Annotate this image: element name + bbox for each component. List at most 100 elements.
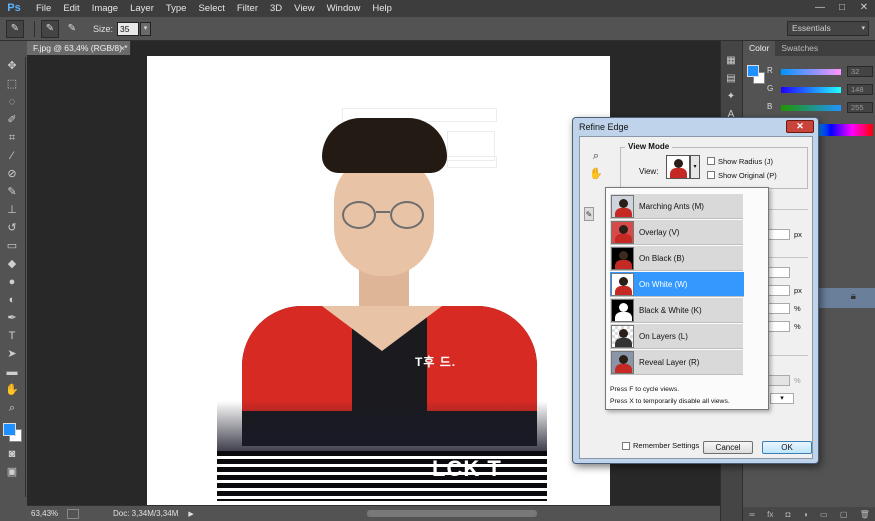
blur-tool-icon[interactable]: ● — [0, 273, 24, 291]
view-dropdown-button[interactable]: ▾ — [690, 155, 700, 179]
lasso-tool-icon[interactable]: ◌ — [0, 93, 24, 111]
clone-stamp-tool-icon[interactable]: ⊥ — [0, 201, 24, 219]
red-slider[interactable] — [781, 69, 841, 75]
close-window-button[interactable]: ✕ — [853, 0, 875, 17]
ok-button[interactable]: OK — [762, 441, 812, 454]
green-slider[interactable] — [781, 87, 841, 93]
cancel-button[interactable]: Cancel — [703, 441, 753, 454]
eraser-tool-icon[interactable]: ▭ — [0, 237, 24, 255]
tool-preset-icon[interactable]: ✎ — [6, 19, 24, 38]
quick-selection-tool-icon[interactable]: ✐ — [0, 111, 24, 129]
workspace-select[interactable]: Essentials ▾ — [787, 21, 869, 36]
close-icon[interactable]: × — [120, 41, 125, 55]
path-selection-tool-icon[interactable]: ➤ — [0, 345, 24, 363]
horizontal-scrollbar[interactable] — [367, 510, 537, 517]
zoom-level[interactable]: 63,43% — [27, 509, 63, 518]
red-value[interactable]: 32 — [847, 66, 873, 77]
erase-refinements-tool-icon[interactable]: ✎ — [63, 19, 81, 38]
green-value[interactable]: 148 — [847, 84, 873, 95]
type-tool-icon[interactable]: T — [0, 327, 24, 345]
divider — [34, 20, 35, 37]
canvas[interactable]: T후 드. LCK T — [147, 56, 610, 505]
view-option-on-black[interactable]: On Black (B) — [610, 246, 743, 271]
mask-icon[interactable]: ◘ — [786, 510, 791, 519]
brush-presets-icon[interactable]: ✦ — [721, 89, 741, 105]
show-original-row[interactable]: Show Original (P) — [707, 170, 777, 180]
blue-value[interactable]: 255 — [847, 102, 873, 113]
size-dropdown-button[interactable]: ▾ — [140, 21, 152, 36]
dialog-close-button[interactable]: ✕ — [786, 120, 814, 133]
show-original-checkbox[interactable] — [707, 171, 715, 179]
properties-panel-icon[interactable]: ▤ — [721, 71, 741, 87]
fx-icon[interactable]: fx — [767, 510, 773, 519]
view-thumbnail[interactable] — [666, 155, 690, 179]
view-option-label: Marching Ants (M) — [639, 201, 704, 211]
move-tool-icon[interactable]: ✥ — [0, 57, 24, 75]
menu-type[interactable]: Type — [160, 0, 193, 17]
menu-window[interactable]: Window — [321, 0, 367, 17]
menu-filter[interactable]: Filter — [231, 0, 264, 17]
screen-mode-icon[interactable]: ▣ — [0, 463, 24, 481]
status-bar: 63,43% Doc: 3,34M/3,34M ▶ — [27, 505, 720, 521]
thumbnail-body — [615, 207, 632, 217]
output-select[interactable]: ▾ — [770, 393, 794, 404]
foreground-color-swatch[interactable] — [3, 423, 16, 436]
menu-edit[interactable]: Edit — [57, 0, 85, 17]
blue-slider[interactable] — [781, 105, 841, 111]
zoom-tool-icon[interactable]: ⌕ — [0, 399, 24, 417]
view-option-marching-ants[interactable]: Marching Ants (M) — [610, 194, 743, 219]
history-panel-icon[interactable]: ▦ — [721, 53, 741, 69]
link-layers-icon[interactable]: ∞ — [749, 510, 755, 519]
menu-view[interactable]: View — [288, 0, 320, 17]
maximize-button[interactable]: □ — [831, 0, 853, 17]
menu-layer[interactable]: Layer — [124, 0, 160, 17]
show-radius-row[interactable]: Show Radius (J) — [707, 156, 773, 166]
adjustment-icon[interactable]: ◑ — [803, 510, 808, 519]
trash-icon[interactable]: 🗑︎ — [860, 510, 870, 519]
refine-radius-tool-icon[interactable]: ✎ — [584, 207, 594, 221]
group-icon[interactable]: ▭ — [820, 510, 828, 519]
eyedropper-tool-icon[interactable]: ⁄ — [0, 147, 24, 165]
menu-select[interactable]: Select — [192, 0, 230, 17]
view-option-on-white[interactable]: On White (W) — [610, 272, 744, 297]
pen-tool-icon[interactable]: ✒ — [0, 309, 24, 327]
paint-bucket-tool-icon[interactable]: ◆ — [0, 255, 24, 273]
refine-radius-tool-icon[interactable]: ✎ — [41, 19, 59, 38]
document-profile-icon[interactable] — [67, 508, 79, 519]
brush-tool-icon[interactable]: ✎ — [0, 183, 24, 201]
menu-image[interactable]: Image — [86, 0, 124, 17]
tab-color[interactable]: Color — [743, 41, 776, 56]
refine-edge-dialog: Refine Edge ✕ ⌕ ✋ ✎ View Mode View: ▾ Sh… — [572, 117, 819, 464]
dodge-tool-icon[interactable]: ◐ — [0, 291, 24, 309]
rectangle-tool-icon[interactable]: ▬ — [0, 363, 24, 381]
view-option-on-layers[interactable]: On Layers (L) — [610, 324, 743, 349]
contrast-unit: % — [794, 304, 801, 313]
document-tab[interactable]: F.jpg @ 63,4% (RGB/8) * × — [27, 41, 131, 55]
window-controls: — □ ✕ — [809, 0, 875, 17]
menu-file[interactable]: File — [30, 0, 57, 17]
show-radius-checkbox[interactable] — [707, 157, 715, 165]
hand-tool-icon[interactable]: ✋ — [0, 381, 24, 399]
size-input[interactable]: 35 — [117, 21, 140, 36]
color-picker-swatches[interactable] — [0, 421, 24, 445]
zoom-tool-icon[interactable]: ⌕ — [589, 149, 603, 163]
tab-swatches[interactable]: Swatches — [775, 41, 824, 56]
crop-tool-icon[interactable]: ⌗ — [0, 129, 24, 147]
minimize-button[interactable]: — — [809, 0, 831, 17]
status-menu-arrow-icon[interactable]: ▶ — [188, 510, 193, 518]
menu-3d[interactable]: 3D — [264, 0, 288, 17]
hand-tool-icon[interactable]: ✋ — [589, 167, 603, 181]
view-option-black-white[interactable]: Black & White (K) — [610, 298, 743, 323]
quick-mask-icon[interactable]: ◙ — [0, 445, 24, 463]
remember-settings-checkbox[interactable] — [622, 441, 630, 450]
view-option-overlay[interactable]: Overlay (V) — [610, 220, 743, 245]
view-option-label: On White (W) — [639, 279, 688, 289]
remember-settings-row[interactable]: Remember Settings — [622, 441, 699, 450]
new-layer-icon[interactable]: ▢ — [840, 510, 848, 519]
view-option-reveal-layer[interactable]: Reveal Layer (R) — [610, 350, 743, 375]
history-brush-tool-icon[interactable]: ↺ — [0, 219, 24, 237]
menu-help[interactable]: Help — [366, 0, 398, 17]
panel-foreground-swatch[interactable] — [747, 65, 759, 77]
marquee-tool-icon[interactable]: ⬚ — [0, 75, 24, 93]
healing-brush-tool-icon[interactable]: ⊘ — [0, 165, 24, 183]
